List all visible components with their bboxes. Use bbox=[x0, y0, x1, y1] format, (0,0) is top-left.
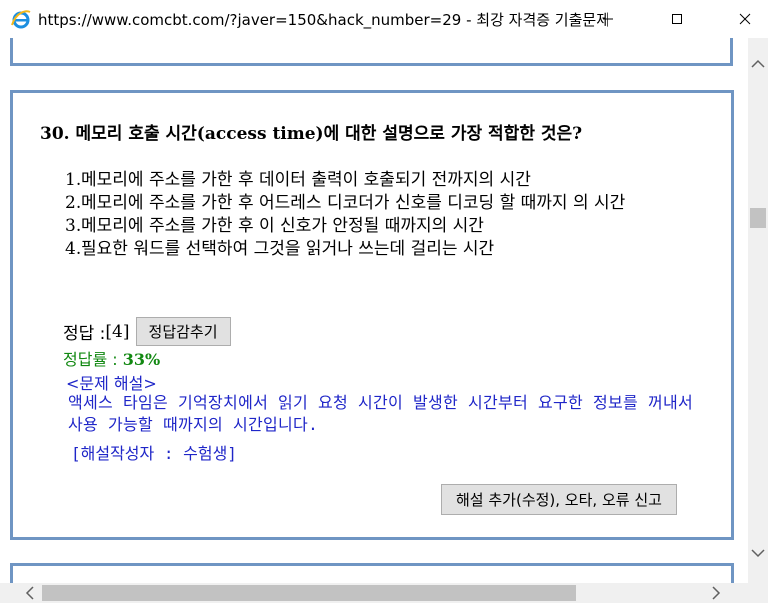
correct-rate-label: 정답률 : bbox=[63, 350, 123, 369]
hide-answer-button[interactable]: 정답감추기 bbox=[135, 317, 231, 346]
explanation-heading: <문제 해설> bbox=[66, 374, 157, 393]
previous-question-frame bbox=[10, 38, 733, 66]
correct-rate-value: 33% bbox=[122, 350, 161, 369]
next-question-frame bbox=[10, 563, 734, 583]
horizontal-scrollbar[interactable] bbox=[0, 583, 748, 603]
answer-row: 정답 : [4] 정답감추기 bbox=[63, 317, 231, 346]
choice-item: 2. 메모리에 주소를 가한 후 어드레스 디코더가 신호를 디코딩 할 때까지… bbox=[65, 192, 705, 215]
choice-item: 4. 필요한 워드를 선택하여 그것을 읽거나 쓰는데 걸리는 시간 bbox=[65, 238, 705, 261]
choice-item: 3. 메모리에 주소를 가한 후 이 신호가 안정될 때까지의 시간 bbox=[65, 215, 705, 238]
choice-list: 1. 메모리에 주소를 가한 후 데이터 출력이 호출되기 전까지의 시간 2.… bbox=[65, 169, 705, 261]
scroll-down-icon[interactable] bbox=[748, 543, 768, 563]
choice-text: 메모리에 주소를 가한 후 어드레스 디코더가 신호를 디코딩 할 때까지 의 … bbox=[81, 193, 626, 213]
minimize-icon[interactable] bbox=[585, 0, 631, 38]
choice-number: 3. bbox=[65, 216, 82, 236]
vertical-scrollbar[interactable] bbox=[748, 38, 768, 583]
scrollbar-corner bbox=[748, 583, 768, 603]
correct-rate: 정답률 : 33% bbox=[63, 346, 160, 370]
page-viewport: 30. 메모리 호출 시간(access time)에 대한 설명으로 가장 적… bbox=[0, 38, 748, 583]
question-title: 30. 메모리 호출 시간(access time)에 대한 설명으로 가장 적… bbox=[40, 124, 583, 144]
horizontal-scroll-thumb[interactable] bbox=[42, 585, 576, 601]
report-error-button[interactable]: 해설 추가(수정), 오타, 오류 신고 bbox=[441, 484, 677, 515]
choice-text: 필요한 워드를 선택하여 그것을 읽거나 쓰는데 걸리는 시간 bbox=[81, 239, 495, 259]
choice-text: 메모리에 주소를 가한 후 데이터 출력이 호출되기 전까지의 시간 bbox=[81, 170, 531, 190]
choice-number: 1. bbox=[65, 170, 82, 190]
answer-value: [4] bbox=[105, 321, 130, 342]
explanation-body: 액세스 타임은 기억장치에서 읽기 요청 시간이 발생한 시간부터 요구한 정보… bbox=[68, 393, 694, 434]
close-icon[interactable] bbox=[722, 0, 768, 38]
window-titlebar: https://www.comcbt.com/?javer=150&hack_n… bbox=[0, 0, 768, 38]
vertical-scroll-thumb[interactable] bbox=[750, 208, 766, 228]
choice-text: 메모리에 주소를 가한 후 이 신호가 안정될 때까지의 시간 bbox=[81, 216, 484, 236]
internet-explorer-icon bbox=[10, 8, 32, 30]
choice-item: 1. 메모리에 주소를 가한 후 데이터 출력이 호출되기 전까지의 시간 bbox=[65, 169, 705, 192]
question-card: 30. 메모리 호출 시간(access time)에 대한 설명으로 가장 적… bbox=[10, 90, 734, 540]
scroll-left-icon[interactable] bbox=[20, 583, 40, 603]
explanation-author: [해설작성자 : 수험생] bbox=[71, 444, 237, 463]
maximize-icon[interactable] bbox=[654, 0, 700, 38]
choice-number: 2. bbox=[65, 193, 82, 213]
window-title: https://www.comcbt.com/?javer=150&hack_n… bbox=[38, 10, 608, 29]
choice-number: 4. bbox=[65, 239, 82, 259]
answer-label: 정답 : bbox=[63, 324, 106, 344]
scroll-up-icon[interactable] bbox=[748, 54, 768, 74]
scroll-right-icon[interactable] bbox=[706, 583, 726, 603]
